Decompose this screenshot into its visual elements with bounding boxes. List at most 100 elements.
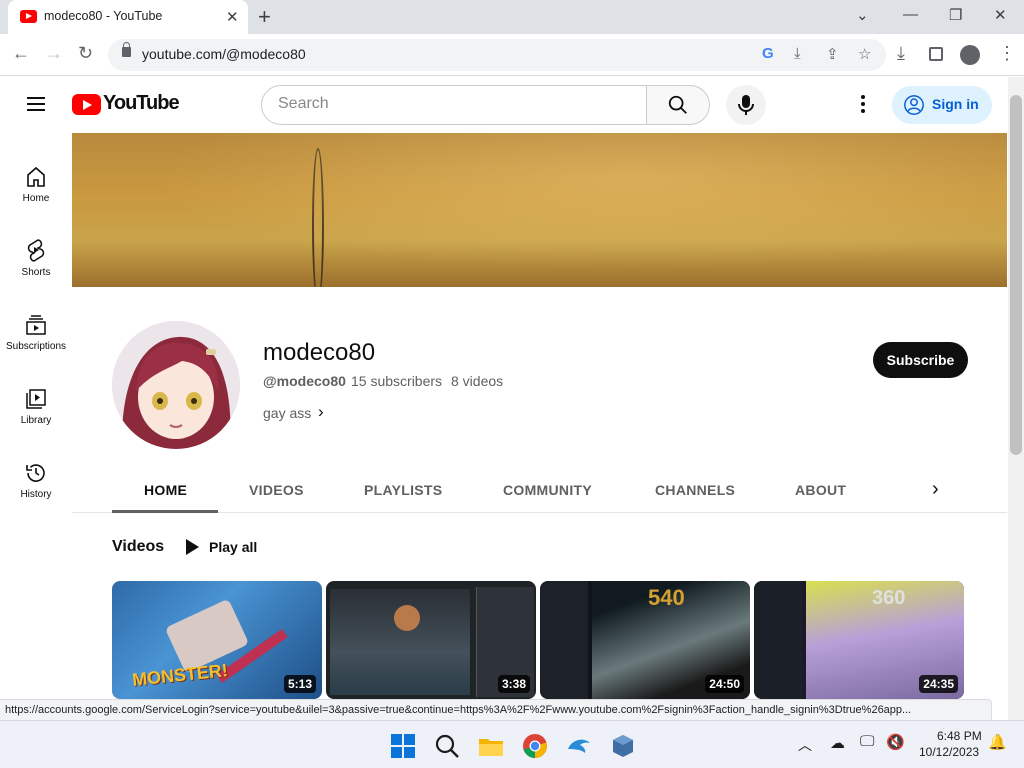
scrollbar-thumb[interactable] — [1010, 95, 1022, 455]
address-bar[interactable]: youtube.com/@modeco80 G ⤓ ⇪ ☆ — [108, 39, 886, 71]
tab-search-chevron-icon[interactable]: ⌄ — [856, 6, 869, 24]
thumbnail-art — [330, 589, 470, 695]
url-text[interactable]: youtube.com/@modeco80 — [142, 46, 306, 62]
side-panel-icon[interactable] — [929, 47, 943, 61]
video-thumbnail[interactable]: 540 24:50 — [540, 581, 750, 699]
anime-avatar-image — [112, 321, 240, 449]
sidebar-item-label: History — [20, 489, 52, 500]
tab-about[interactable]: ABOUT — [795, 482, 846, 498]
thumbnail-art: 540 — [648, 585, 685, 610]
play-icon[interactable] — [186, 539, 199, 555]
search-box[interactable] — [261, 85, 647, 125]
sidebar-item-library[interactable]: Library — [0, 365, 72, 439]
settings-kebab-icon[interactable] — [861, 95, 865, 115]
video-thumbnail[interactable]: 360 24:35 — [754, 581, 964, 699]
video-duration: 3:38 — [497, 675, 530, 693]
channel-handle: @modeco80 — [263, 373, 346, 389]
thumbnail-art: 360 — [872, 587, 906, 609]
active-tab-underline — [112, 510, 218, 513]
thumbnail-art — [540, 581, 588, 699]
channel-description[interactable]: gay ass — [263, 405, 311, 421]
network-icon[interactable]: 🖵 — [860, 733, 874, 750]
youtube-logo-text[interactable]: YouTube — [103, 92, 180, 115]
chevron-up-icon[interactable]: ︿ — [798, 735, 812, 755]
search-icon[interactable] — [434, 733, 460, 759]
tab-channels[interactable]: CHANNELS — [655, 482, 735, 498]
share-icon[interactable]: ⇪ — [826, 45, 839, 63]
page-scrollbar[interactable] — [1008, 77, 1024, 720]
video-thumbnail[interactable]: MONSTER! 5:13 — [112, 581, 322, 699]
thumbnail-art — [394, 605, 420, 631]
reload-button[interactable]: ↻ — [78, 43, 93, 64]
clock-date[interactable]: 10/12/2023 — [919, 745, 979, 759]
lock-icon[interactable] — [122, 42, 131, 57]
tab-community[interactable]: COMMUNITY — [503, 482, 592, 498]
subscriber-count: 15 subscribers — [351, 373, 443, 389]
chrome-icon[interactable] — [522, 733, 548, 759]
youtube-favicon-icon — [20, 10, 37, 23]
tab-home[interactable]: HOME — [144, 482, 187, 498]
clock-time[interactable]: 6:48 PM — [937, 729, 982, 743]
sidebar-item-shorts[interactable]: Shorts — [0, 217, 72, 291]
channel-avatar — [112, 321, 240, 449]
chevron-right-icon[interactable]: › — [318, 402, 324, 422]
forward-button[interactable]: → — [45, 43, 63, 64]
restore-button[interactable]: ❐ — [949, 6, 962, 24]
channel-banner — [72, 133, 1007, 287]
tabs-scroll-right-icon[interactable]: › — [932, 478, 939, 501]
status-url: https://accounts.google.com/ServiceLogin… — [5, 704, 912, 716]
video-thumbnail[interactable]: 3:38 — [326, 581, 536, 699]
chrome-menu-icon[interactable]: ⋮ — [998, 43, 1016, 64]
account-circle-icon — [904, 95, 924, 115]
minimize-button[interactable]: — — [903, 6, 918, 23]
sidebar-item-label: Subscriptions — [5, 341, 67, 352]
search-button[interactable] — [646, 85, 710, 125]
subscribe-button[interactable]: Subscribe — [873, 342, 968, 378]
sign-in-button[interactable]: Sign in — [892, 86, 992, 124]
virtualbox-icon[interactable] — [610, 733, 636, 759]
windows-start-icon[interactable] — [390, 733, 416, 759]
downloads-icon[interactable]: ⤓ — [897, 43, 905, 64]
voice-search-button[interactable] — [726, 85, 766, 125]
dolphin-emulator-icon[interactable] — [566, 733, 592, 759]
sign-in-label: Sign in — [932, 96, 979, 112]
google-lens-icon[interactable]: G — [762, 45, 774, 62]
profile-avatar-icon[interactable] — [960, 45, 980, 65]
library-icon — [26, 389, 46, 409]
tab-playlists[interactable]: PLAYLISTS — [364, 482, 442, 498]
onedrive-icon[interactable]: ☁ — [830, 734, 845, 752]
new-tab-button[interactable]: + — [258, 4, 271, 30]
youtube-logo-icon[interactable] — [72, 94, 101, 115]
file-explorer-icon[interactable] — [478, 733, 504, 759]
shorts-icon — [27, 239, 45, 262]
video-duration: 5:13 — [283, 675, 316, 693]
sidebar-item-label: Home — [22, 193, 50, 204]
browser-tab[interactable]: modeco80 - YouTube ✕ — [8, 0, 248, 34]
sidebar-item-label: Shorts — [21, 267, 51, 278]
home-icon — [27, 166, 45, 187]
channel-name: modeco80 — [263, 339, 376, 366]
back-button[interactable]: ← — [12, 43, 30, 64]
install-app-icon[interactable]: ⤓ — [794, 45, 801, 62]
tab-title: modeco80 - YouTube — [44, 9, 163, 23]
sidebar-item-label: Library — [20, 415, 52, 426]
browser-toolbar: ← → ↻ youtube.com/@modeco80 G ⤓ ⇪ ☆ ⤓ ⋮ — [0, 34, 1024, 76]
sidebar-item-home[interactable]: Home — [0, 143, 72, 217]
notification-bell-icon[interactable]: 🔔 — [988, 733, 1007, 751]
sidebar-item-history[interactable]: History — [0, 439, 72, 513]
close-tab-icon[interactable]: ✕ — [226, 8, 239, 26]
hamburger-menu-icon[interactable] — [27, 97, 45, 111]
link-status-bar: https://accounts.google.com/ServiceLogin… — [0, 699, 992, 721]
shelf-title[interactable]: Videos — [112, 538, 164, 556]
close-window-button[interactable]: ✕ — [994, 6, 1007, 24]
search-input[interactable] — [278, 95, 618, 113]
sidebar-item-subscriptions[interactable]: Subscriptions — [0, 291, 72, 365]
video-duration: 24:35 — [919, 675, 958, 693]
tab-videos[interactable]: VIDEOS — [249, 482, 304, 498]
play-all-button[interactable]: Play all — [209, 539, 257, 555]
volume-muted-icon[interactable]: 🔇 — [886, 733, 905, 751]
bookmark-star-icon[interactable]: ☆ — [858, 45, 871, 63]
thumbnail-art — [754, 581, 802, 699]
windows-taskbar: ︿ ☁ 🖵 🔇 🔔 — [0, 720, 1024, 768]
video-duration: 24:50 — [705, 675, 744, 693]
